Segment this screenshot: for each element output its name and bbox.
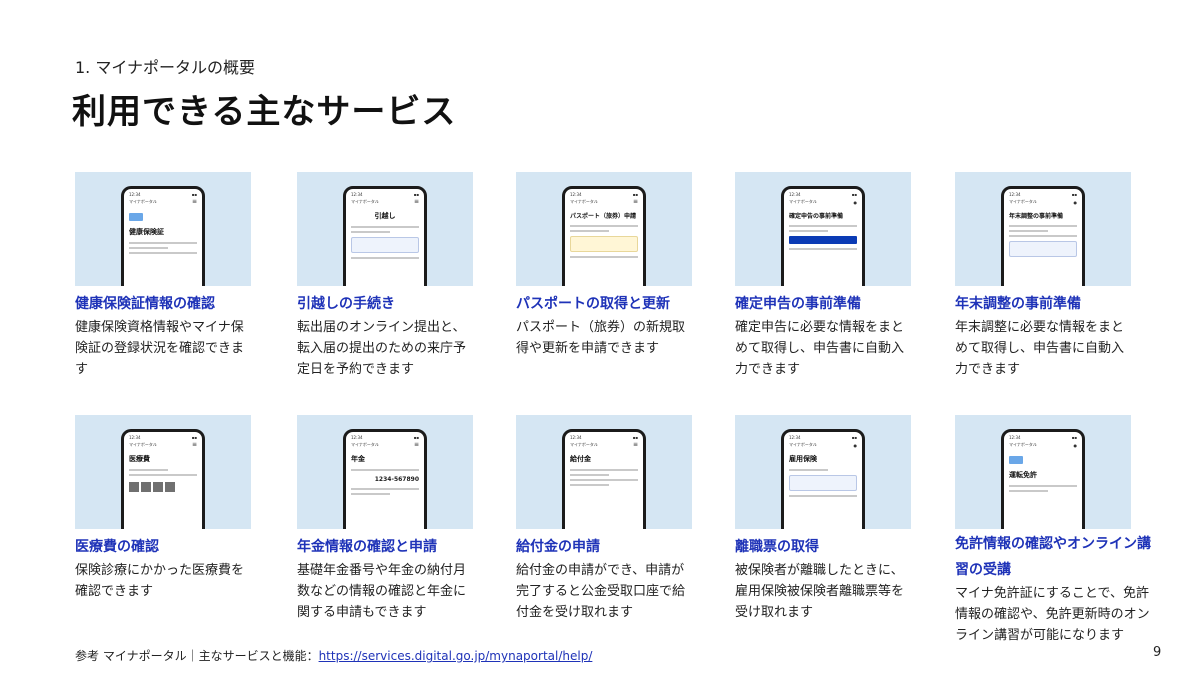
phone-mockup: 12:34 ▪▪ マイナポータル ≡ 健康保険証	[121, 186, 205, 286]
phone-mockup: 12:34 ▪▪ マイナポータル ≡ パスポート（旅券）申請	[562, 186, 646, 286]
service-thumbnail: 12:34 ▪▪ マイナポータル ≡ 年金 1234-567890	[297, 415, 473, 529]
service-thumbnail: 12:34 ▪▪ マイナポータル ≡ 健康保険証	[75, 172, 251, 286]
menu-icon: ≡	[413, 198, 419, 205]
service-thumbnail: 12:34 ▪▪ マイナポータル ≡ 給付金	[516, 415, 692, 529]
phone-mockup: 12:34 ▪▪ マイナポータル ≡ 引越し	[343, 186, 427, 286]
phone-mockup: 12:34 ▪▪ マイナポータル ≡ 医療費	[121, 429, 205, 529]
service-title: 健康保険証情報の確認	[75, 296, 215, 312]
service-thumbnail: 12:34 ▪▪ マイナポータル ● 年末調整の事前準備	[955, 172, 1131, 286]
footer-link[interactable]: https://services.digital.go.jp/mynaporta…	[319, 649, 593, 663]
menu-icon: ≡	[413, 441, 419, 448]
bell-icon: ●	[1073, 442, 1078, 448]
service-card-medical-expenses[interactable]: 12:34 ▪▪ マイナポータル ≡ 医療費 医療費の確認 保険診療にかかった医療費…	[75, 415, 251, 602]
service-card-moving[interactable]: 12:34 ▪▪ マイナポータル ≡ 引越し 引越しの手続き 転出届のオンライン提出…	[297, 172, 473, 380]
service-title: 引越しの手続き	[297, 296, 395, 312]
service-thumbnail: 12:34 ▪▪ マイナポータル ● 確定申告の事前準備	[735, 172, 911, 286]
service-description: 被保険者が離職したときに、雇用保険被保険者離職票等を受け取れます	[735, 563, 905, 620]
service-card-passport[interactable]: 12:34 ▪▪ マイナポータル ≡ パスポート（旅券）申請 パスポートの取得と更新…	[516, 172, 692, 359]
service-title: 離職票の取得	[735, 539, 819, 555]
bell-icon: ●	[853, 442, 858, 448]
page-number: 9	[1153, 645, 1162, 660]
service-title: 医療費の確認	[75, 539, 159, 555]
service-card-drivers-license[interactable]: 12:34 ▪▪ マイナポータル ● 運転免許 免許情報の確認やオンライン講習の受講…	[955, 415, 1155, 646]
service-description: パスポート（旅券）の新規取得や更新を申請できます	[516, 320, 686, 356]
service-title: 給付金の申請	[516, 539, 600, 555]
service-title: 年末調整の事前準備	[955, 296, 1081, 312]
service-title: 免許情報の確認やオンライン講習の受講	[955, 536, 1151, 578]
page-title: 利用できる主なサービス	[72, 92, 457, 132]
service-description: 保険診療にかかった医療費を確認できます	[75, 563, 245, 599]
service-card-tax-return[interactable]: 12:34 ▪▪ マイナポータル ● 確定申告の事前準備 確定申告の事前準備 確定申…	[735, 172, 911, 380]
service-thumbnail: 12:34 ▪▪ マイナポータル ≡ 医療費	[75, 415, 251, 529]
service-card-health-insurance[interactable]: 12:34 ▪▪ マイナポータル ≡ 健康保険証 健康保険証情報の確認 健康保険資格…	[75, 172, 251, 380]
service-card-benefits[interactable]: 12:34 ▪▪ マイナポータル ≡ 給付金 給付金の申請 給付金の申請ができ、申請…	[516, 415, 692, 623]
service-description: 転出届のオンライン提出と、転入届の提出のための来庁予定日を予約できます	[297, 320, 467, 377]
service-description: 給付金の申請ができ、申請が完了すると公金受取口座で給付金を受け取れます	[516, 563, 686, 620]
primary-button	[789, 236, 857, 244]
service-title: パスポートの取得と更新	[516, 296, 670, 312]
service-title: 確定申告の事前準備	[735, 296, 861, 312]
card-icon	[1009, 456, 1023, 464]
service-description: 基礎年金番号や年金の納付月数などの情報の確認と年金に関する申請もできます	[297, 563, 467, 620]
card-icon	[129, 213, 143, 221]
service-thumbnail: 12:34 ▪▪ マイナポータル ● 雇用保険	[735, 415, 911, 529]
service-thumbnail: 12:34 ▪▪ マイナポータル ≡ パスポート（旅券）申請	[516, 172, 692, 286]
footer-prefix: 参考 マイナポータル｜主なサービスと機能：	[75, 649, 319, 663]
phone-mockup: 12:34 ▪▪ マイナポータル ● 年末調整の事前準備	[1001, 186, 1085, 286]
footer-reference: 参考 マイナポータル｜主なサービスと機能：https://services.di…	[75, 647, 592, 664]
service-title: 年金情報の確認と申請	[297, 539, 437, 555]
service-description: 確定申告に必要な情報をまとめて取得し、申告書に自動入力できます	[735, 320, 905, 377]
menu-icon: ≡	[632, 198, 638, 205]
service-card-separation-notice[interactable]: 12:34 ▪▪ マイナポータル ● 雇用保険 離職票の取得 被保険者が離職したとき…	[735, 415, 911, 623]
bell-icon: ●	[853, 199, 858, 205]
phone-mockup: 12:34 ▪▪ マイナポータル ● 確定申告の事前準備	[781, 186, 865, 286]
phone-mockup: 12:34 ▪▪ マイナポータル ● 運転免許	[1001, 429, 1085, 529]
service-card-pension[interactable]: 12:34 ▪▪ マイナポータル ≡ 年金 1234-567890 年金情報の確認と…	[297, 415, 473, 623]
service-thumbnail: 12:34 ▪▪ マイナポータル ● 運転免許	[955, 415, 1131, 529]
menu-icon: ≡	[632, 441, 638, 448]
phone-mockup: 12:34 ▪▪ マイナポータル ● 雇用保険	[781, 429, 865, 529]
service-description: マイナ免許証にすることで、免許情報の確認や、免許更新時のオンライン講習が可能にな…	[955, 586, 1150, 643]
menu-icon: ≡	[191, 198, 197, 205]
phone-mockup: 12:34 ▪▪ マイナポータル ≡ 年金 1234-567890	[343, 429, 427, 529]
service-description: 健康保険資格情報やマイナ保険証の登録状況を確認できます	[75, 320, 245, 377]
phone-mockup: 12:34 ▪▪ マイナポータル ≡ 給付金	[562, 429, 646, 529]
service-thumbnail: 12:34 ▪▪ マイナポータル ≡ 引越し	[297, 172, 473, 286]
menu-icon: ≡	[191, 441, 197, 448]
section-heading: 1. マイナポータルの概要	[75, 58, 256, 77]
bell-icon: ●	[1073, 199, 1078, 205]
service-card-year-end[interactable]: 12:34 ▪▪ マイナポータル ● 年末調整の事前準備 年末調整の事前準備 年末調…	[955, 172, 1131, 380]
service-description: 年末調整に必要な情報をまとめて取得し、申告書に自動入力できます	[955, 320, 1125, 377]
